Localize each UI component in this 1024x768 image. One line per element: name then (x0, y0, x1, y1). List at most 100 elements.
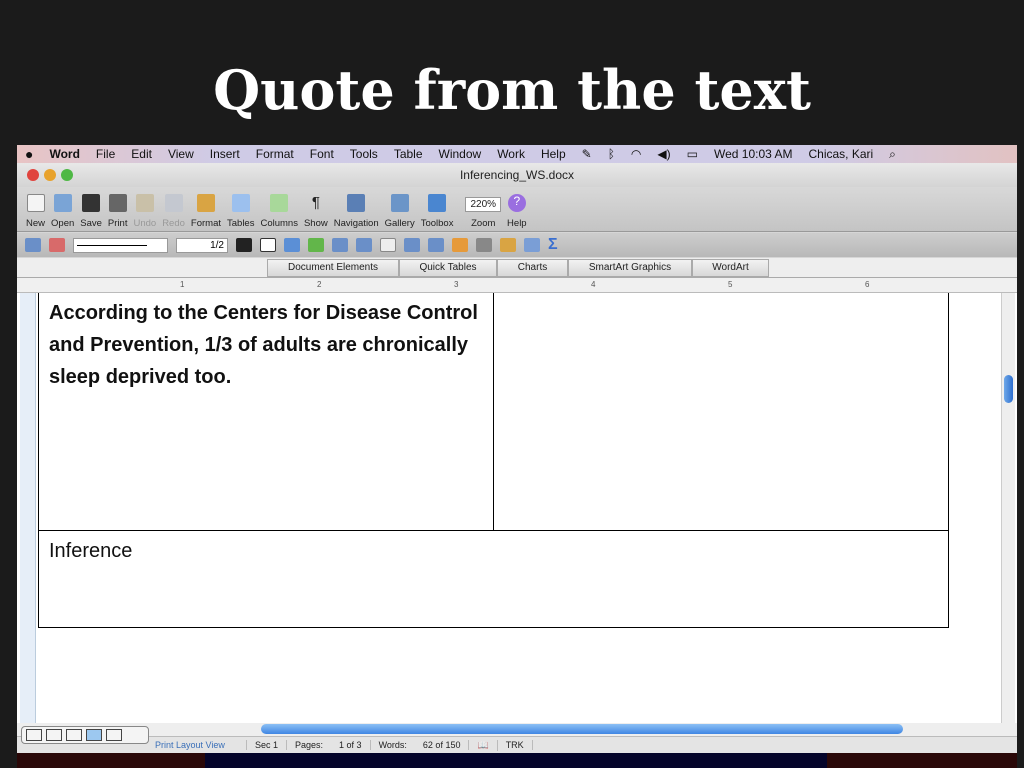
menu-insert[interactable]: Insert (202, 147, 248, 161)
menu-edit[interactable]: Edit (123, 147, 160, 161)
eraser-icon[interactable] (49, 238, 65, 252)
zoom-select[interactable]: 220% (465, 197, 502, 212)
text-direction-icon[interactable] (476, 238, 492, 252)
columns-button[interactable]: Columns (257, 187, 301, 231)
hscroll-thumb[interactable] (261, 724, 903, 734)
bluetooth-icon[interactable]: ᛒ (600, 147, 623, 161)
navigation-icon (347, 194, 366, 212)
menu-work[interactable]: Work (489, 147, 533, 161)
draft-view-icon[interactable] (26, 729, 42, 741)
quote-cell[interactable]: According to the Centers for Disease Con… (38, 293, 494, 531)
inference-table: According to the Centers for Disease Con… (38, 293, 949, 628)
label: Format (190, 218, 221, 229)
zoom-control[interactable]: 220% Zoom (462, 187, 504, 231)
menu-table[interactable]: Table (386, 147, 431, 161)
menu-help[interactable]: Help (533, 147, 574, 161)
outline-view-icon[interactable] (46, 729, 62, 741)
empty-cell[interactable] (493, 293, 949, 531)
label: Gallery (384, 218, 415, 229)
toolbox-button[interactable]: Toolbox (418, 187, 457, 231)
print-button[interactable]: Print (105, 187, 131, 231)
menu-file[interactable]: File (88, 147, 123, 161)
spotlight-icon[interactable]: ⌕ (881, 147, 904, 162)
menu-format[interactable]: Format (248, 147, 302, 161)
ruler-mark: 5 (728, 280, 733, 289)
split-cells-icon[interactable] (356, 238, 372, 252)
standard-toolbar: New Open Save Print Undo Redo Format Tab… (17, 187, 1017, 232)
spelling-icon[interactable]: 📖 (469, 739, 498, 751)
document-area[interactable]: According to the Centers for Disease Con… (17, 293, 1017, 723)
draw-table-icon[interactable] (25, 238, 41, 252)
ruler-mark: 4 (591, 280, 596, 289)
menu-app[interactable]: Word (41, 147, 87, 161)
tab-charts[interactable]: Charts (497, 259, 568, 277)
horizontal-scrollbar[interactable] (17, 723, 1017, 736)
notebook-view-icon[interactable] (106, 729, 122, 741)
line-style-select[interactable] (73, 237, 168, 253)
battery-icon[interactable]: ▭ (679, 147, 706, 161)
menu-view[interactable]: View (160, 147, 202, 161)
line-weight-select[interactable]: 1/2 (176, 237, 228, 253)
pen-color-icon[interactable] (236, 238, 252, 252)
menu-font[interactable]: Font (302, 147, 342, 161)
distribute-columns-icon[interactable] (428, 238, 444, 252)
autosum-icon[interactable]: Σ (548, 236, 558, 254)
apple-icon[interactable]: ● (17, 146, 41, 162)
tables-button[interactable]: Tables (224, 187, 257, 231)
script-icon[interactable]: ✎ (574, 147, 600, 161)
user-name[interactable]: Chicas, Kari (800, 147, 881, 161)
volume-icon[interactable]: ◀) (649, 147, 678, 161)
distribute-rows-icon[interactable] (404, 238, 420, 252)
menu-tools[interactable]: Tools (342, 147, 386, 161)
gallery-button[interactable]: Gallery (382, 187, 418, 231)
autoformat-icon[interactable] (452, 238, 468, 252)
wifi-icon[interactable]: ◠ (623, 147, 649, 161)
open-button[interactable]: Open (48, 187, 77, 231)
track-changes[interactable]: TRK (498, 740, 533, 750)
navigation-button[interactable]: Navigation (331, 187, 382, 231)
menu-window[interactable]: Window (431, 147, 490, 161)
label: Zoom (471, 218, 496, 229)
status-bar: Print Layout View Sec 1 Pages: 1 of 3 Wo… (17, 736, 1017, 753)
label: Redo (162, 218, 185, 229)
vertical-scrollbar[interactable] (1001, 293, 1015, 723)
format-painter-icon (196, 194, 215, 212)
help-icon: ? (507, 194, 526, 212)
show-button[interactable]: ¶ Show (301, 187, 331, 231)
redo-button[interactable]: Redo (159, 187, 188, 231)
tab-document-elements[interactable]: Document Elements (267, 259, 399, 277)
pages-value: 1 of 3 (331, 740, 371, 750)
undo-button[interactable]: Undo (130, 187, 159, 231)
tab-quick-tables[interactable]: Quick Tables (399, 259, 497, 277)
shading-icon[interactable] (284, 238, 300, 252)
pages-label: Pages: (295, 740, 324, 750)
toolbox-icon (428, 194, 447, 212)
horizontal-ruler[interactable]: 1 2 3 4 5 6 (17, 278, 1017, 293)
words-value: 62 of 150 (415, 740, 470, 750)
borders-icon[interactable] (260, 238, 276, 252)
tab-wordart[interactable]: WordArt (692, 259, 769, 277)
label: Print (107, 218, 128, 229)
insert-table-icon[interactable] (308, 238, 324, 252)
new-button[interactable]: New (23, 187, 48, 231)
publishing-view-icon[interactable] (66, 729, 82, 741)
sort-descending-icon[interactable] (524, 238, 540, 252)
open-icon (53, 194, 72, 212)
align-icon[interactable] (380, 238, 396, 252)
inference-cell[interactable]: Inference (38, 529, 949, 628)
save-button[interactable]: Save (77, 187, 105, 231)
label: Open (51, 218, 75, 229)
new-icon (26, 194, 45, 212)
format-button[interactable]: Format (188, 187, 224, 231)
merge-cells-icon[interactable] (332, 238, 348, 252)
print-layout-view-icon[interactable] (86, 729, 102, 741)
scroll-thumb[interactable] (1004, 375, 1013, 403)
tab-smartart[interactable]: SmartArt Graphics (568, 259, 692, 277)
label: Help (507, 218, 527, 229)
sort-ascending-icon[interactable] (500, 238, 516, 252)
undo-icon (135, 194, 154, 212)
view-buttons (21, 726, 149, 744)
help-button[interactable]: ? Help (504, 187, 530, 231)
clock[interactable]: Wed 10:03 AM (706, 147, 801, 161)
word-window: ● Word File Edit View Insert Format Font… (17, 145, 1017, 768)
